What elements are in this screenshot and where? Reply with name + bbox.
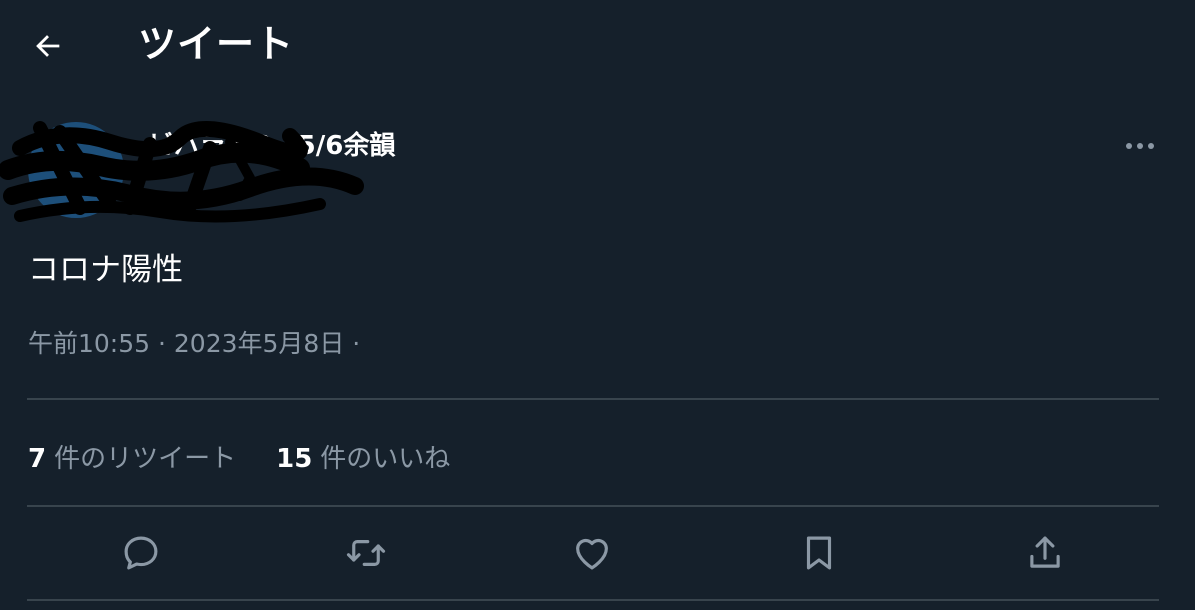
engagement-stats: 7 件のリツイート 15 件のいいね (28, 436, 450, 476)
retweet-count: 7 (28, 443, 47, 474)
page-title: ツイート (138, 22, 295, 66)
more-button[interactable] (1118, 130, 1162, 162)
tweet-action-bar (28, 524, 1158, 582)
share-icon (1030, 536, 1060, 568)
retweet-icon (346, 540, 386, 566)
back-button[interactable] (28, 26, 68, 66)
more-horizontal-icon (1126, 143, 1154, 149)
reply-button[interactable] (112, 524, 170, 582)
retweet-count-label: 件のリツイート (54, 443, 237, 474)
bookmark-button[interactable] (790, 524, 848, 582)
tweet-timestamp[interactable]: 午前10:55 · 2023年5月8日 · (28, 326, 360, 362)
reply-icon (124, 536, 158, 570)
like-count-label: 件のいいね (320, 443, 451, 474)
retweet-button[interactable] (337, 524, 395, 582)
like-count-link[interactable]: 15 件のいいね (276, 438, 450, 475)
retweet-count-link[interactable]: 7 件のリツイート (28, 438, 236, 475)
like-count: 15 (276, 443, 313, 474)
arrow-left-icon (36, 35, 60, 57)
like-button[interactable] (563, 524, 621, 582)
share-button[interactable] (1016, 524, 1074, 582)
like-heart-icon (576, 538, 608, 570)
tweet-text: コロナ陽性 (28, 252, 183, 288)
bookmark-icon (806, 536, 832, 570)
divider (27, 398, 1159, 400)
avatar[interactable] (28, 122, 124, 218)
divider (27, 505, 1159, 507)
divider (27, 599, 1159, 601)
tweet-detail-page: ツイート ビバラ5/3、5/6余韻 コロナ陽性 午前10:55 · 2023年5… (0, 0, 1195, 610)
author-display-name[interactable]: ビバラ5/3、5/6余韻 (148, 128, 395, 164)
